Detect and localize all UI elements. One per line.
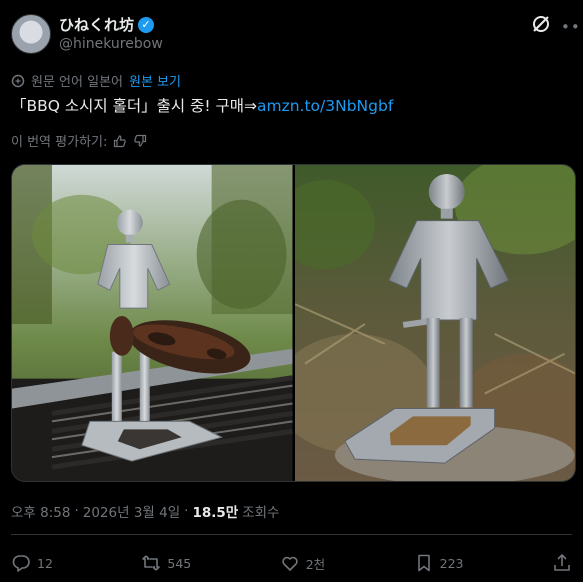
bookmark-count: 223 xyxy=(439,555,464,571)
post-link[interactable]: amzn.to/3NbNgbf xyxy=(257,97,393,115)
repost-button[interactable]: 545 xyxy=(141,553,191,573)
verified-badge-icon: ✓ xyxy=(138,16,155,33)
thumbs-down-icon[interactable] xyxy=(133,134,147,148)
photo-holder-on-ground[interactable] xyxy=(294,165,575,481)
post-date[interactable]: 2026년 3월 4일 xyxy=(83,501,180,521)
user-handle[interactable]: @hinekurebow xyxy=(59,36,163,52)
repost-count: 545 xyxy=(167,555,192,571)
thumbs-up-icon[interactable] xyxy=(113,134,127,148)
show-original-link[interactable]: 원본 보기 xyxy=(129,71,181,90)
heart-icon xyxy=(282,556,298,571)
photo-sausage-on-grill[interactable] xyxy=(12,165,293,481)
repost-icon xyxy=(142,555,161,571)
reply-icon xyxy=(12,555,30,572)
meta-separator: · xyxy=(184,503,189,519)
like-count: 2천 xyxy=(305,556,326,572)
share-button[interactable] xyxy=(552,553,572,573)
grok-icon[interactable] xyxy=(531,14,551,34)
post-body: 「BBQ 소시지 홀더」출시 중! 구매⇒ xyxy=(11,97,257,115)
rate-translation-row: 이 번역 평가하기: xyxy=(11,131,147,150)
photo-sausage-on-grill-image xyxy=(12,165,293,481)
translation-note: 원문 언어 일본어 xyxy=(31,75,123,90)
rate-translation-label: 이 번역 평가하기: xyxy=(11,135,108,150)
display-name[interactable]: ひねくれ坊 xyxy=(59,14,134,35)
post-meta: 오후 8:58 · 2026년 3월 4일 · 18.5만 조회수 xyxy=(11,501,279,521)
meta-separator: · xyxy=(74,503,79,519)
avatar[interactable] xyxy=(11,14,51,54)
views-label: 조회수 xyxy=(242,505,280,521)
like-button[interactable]: 2천 xyxy=(280,553,325,573)
bookmark-button[interactable]: 223 xyxy=(414,553,464,573)
divider xyxy=(11,534,572,535)
views-count: 18.5만 xyxy=(192,505,239,521)
post-text: 「BBQ 소시지 홀더」출시 중! 구매⇒amzn.to/3NbNgbf xyxy=(11,94,393,116)
bookmark-icon xyxy=(417,554,430,572)
more-options-icon[interactable]: ••• xyxy=(561,20,583,35)
reply-button[interactable]: 12 xyxy=(11,553,53,573)
translation-bar: 원문 언어 일본어 원본 보기 xyxy=(11,71,181,90)
reply-count: 12 xyxy=(37,555,53,571)
photo-holder-on-ground-image xyxy=(294,165,575,481)
action-bar: 12 545 2천 223 xyxy=(11,551,572,575)
author-name-row[interactable]: ひねくれ坊 ✓ xyxy=(59,14,155,35)
media-grid[interactable] xyxy=(11,164,576,482)
share-icon xyxy=(554,554,570,571)
post-time[interactable]: 오후 8:58 xyxy=(11,501,70,521)
translate-icon xyxy=(11,74,25,87)
